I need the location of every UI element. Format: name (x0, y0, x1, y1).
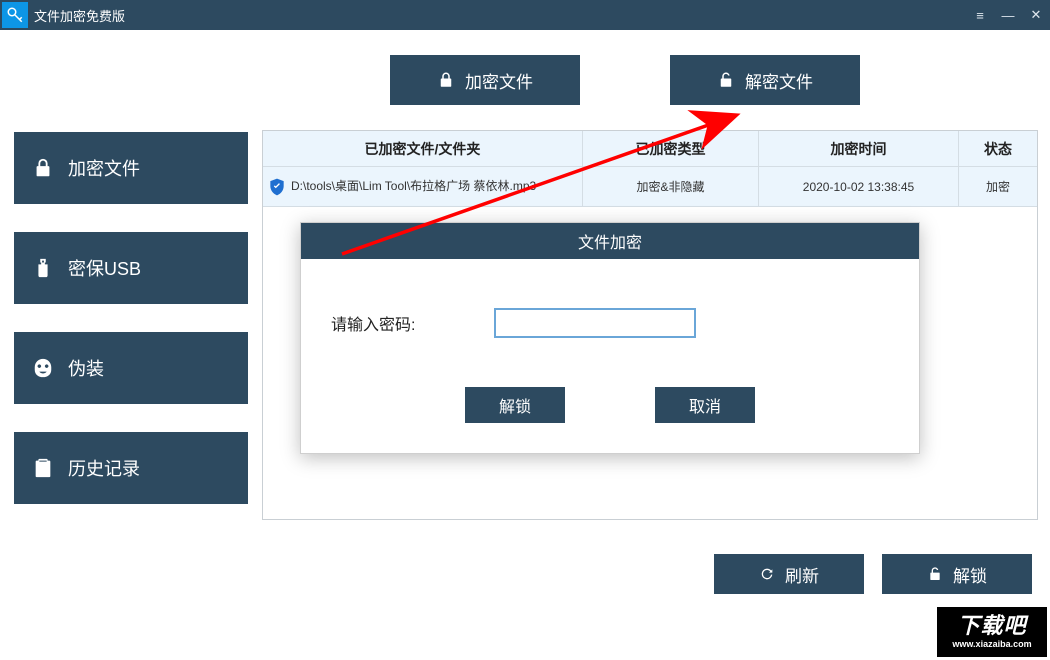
unlock-icon (717, 71, 735, 89)
dialog-title: 文件加密 (301, 223, 919, 259)
col-header-path: 已加密文件/文件夹 (263, 131, 583, 166)
shield-check-icon (267, 177, 287, 197)
decrypt-file-button[interactable]: 解密文件 (670, 55, 860, 105)
clipboard-icon (32, 457, 54, 479)
dialog-buttons: 解锁 取消 (331, 387, 889, 423)
sidebar-item-label: 伪装 (68, 355, 104, 381)
unlock-label: 解锁 (953, 562, 987, 587)
dialog-unlock-button[interactable]: 解锁 (465, 387, 565, 423)
app-icon (2, 2, 28, 28)
sidebar-item-encrypt-file[interactable]: 加密文件 (14, 132, 248, 204)
unlock-button[interactable]: 解锁 (882, 554, 1032, 594)
table-row[interactable]: D:\tools\桌面\Lim Tool\布拉格广场 蔡依林.mp3 加密&非隐… (263, 167, 1037, 207)
menu-button[interactable]: ≡ (966, 0, 994, 30)
refresh-label: 刷新 (785, 562, 819, 587)
usb-icon (32, 257, 54, 279)
refresh-button[interactable]: 刷新 (714, 554, 864, 594)
table-body: D:\tools\桌面\Lim Tool\布拉格广场 蔡依林.mp3 加密&非隐… (263, 167, 1037, 207)
sidebar-item-history[interactable]: 历史记录 (14, 432, 248, 504)
sidebar-item-label: 密保USB (68, 255, 141, 281)
cell-status: 加密 (959, 167, 1037, 206)
encrypt-file-button[interactable]: 加密文件 (390, 55, 580, 105)
sidebar-item-label: 加密文件 (68, 155, 140, 181)
cell-path-text: D:\tools\桌面\Lim Tool\布拉格广场 蔡依林.mp3 (291, 179, 536, 195)
col-header-type: 已加密类型 (583, 131, 759, 166)
decrypt-file-label: 解密文件 (745, 68, 813, 93)
key-icon (6, 6, 24, 24)
password-label: 请输入密码: (331, 311, 415, 335)
password-input[interactable] (495, 309, 695, 337)
watermark-text: 下载吧 (957, 615, 1026, 637)
password-dialog: 文件加密 请输入密码: 解锁 取消 (300, 222, 920, 454)
unlock-icon (927, 566, 943, 582)
sidebar-item-disguise[interactable]: 伪装 (14, 332, 248, 404)
cell-time: 2020-10-02 13:38:45 (759, 167, 959, 206)
top-action-bar: 加密文件 解密文件 (0, 30, 1050, 130)
titlebar: 文件加密免费版 ≡ — ✕ (0, 0, 1050, 30)
sidebar: 加密文件 密保USB 伪装 历史记录 (14, 130, 248, 520)
lock-icon (32, 157, 54, 179)
mask-icon (32, 357, 54, 379)
bottom-bar: 刷新 解锁 (714, 554, 1032, 594)
col-header-status: 状态 (959, 131, 1037, 166)
dialog-cancel-button[interactable]: 取消 (655, 387, 755, 423)
close-button[interactable]: ✕ (1022, 0, 1050, 30)
window-controls: ≡ — ✕ (966, 0, 1050, 30)
minimize-button[interactable]: — (994, 0, 1022, 30)
cell-path: D:\tools\桌面\Lim Tool\布拉格广场 蔡依林.mp3 (263, 167, 583, 206)
watermark-url: www.xiazaiba.com (952, 639, 1031, 649)
cell-type: 加密&非隐藏 (583, 167, 759, 206)
col-header-time: 加密时间 (759, 131, 959, 166)
sidebar-item-label: 历史记录 (68, 455, 140, 481)
lock-icon (437, 71, 455, 89)
password-row: 请输入密码: (331, 309, 889, 337)
table-header: 已加密文件/文件夹 已加密类型 加密时间 状态 (263, 131, 1037, 167)
watermark: 下载吧 www.xiazaiba.com (936, 606, 1048, 658)
dialog-body: 请输入密码: 解锁 取消 (301, 259, 919, 453)
sidebar-item-usb[interactable]: 密保USB (14, 232, 248, 304)
app-title: 文件加密免费版 (34, 6, 125, 25)
encrypt-file-label: 加密文件 (465, 68, 533, 93)
refresh-icon (759, 566, 775, 582)
